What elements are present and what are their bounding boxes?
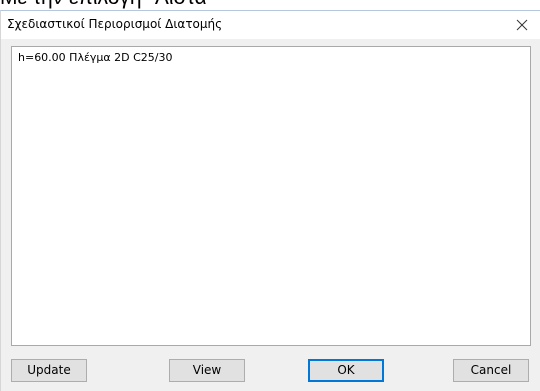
cancel-button[interactable]: Cancel xyxy=(453,359,529,382)
close-button[interactable] xyxy=(512,15,532,35)
background-caption: Με την επιλογή "Λίστα" xyxy=(0,0,214,10)
list-item[interactable]: h=60.00 Πλέγμα 2D C25/30 xyxy=(18,51,173,64)
update-button[interactable]: Update xyxy=(11,359,87,382)
constraints-dialog: Σχεδιαστικοί Περιορισμοί Διατομής h=60.0… xyxy=(0,10,540,391)
constraints-list[interactable]: h=60.00 Πλέγμα 2D C25/30 xyxy=(11,46,531,346)
dialog-title: Σχεδιαστικοί Περιορισμοί Διατομής xyxy=(7,17,223,31)
title-bar: Σχεδιαστικοί Περιορισμοί Διατομής xyxy=(1,11,540,39)
close-icon xyxy=(516,19,528,31)
screen: Με την επιλογή "Λίστα" Σχεδιαστικοί Περι… xyxy=(0,0,540,391)
view-button[interactable]: View xyxy=(169,359,245,382)
ok-button[interactable]: OK xyxy=(308,359,384,382)
